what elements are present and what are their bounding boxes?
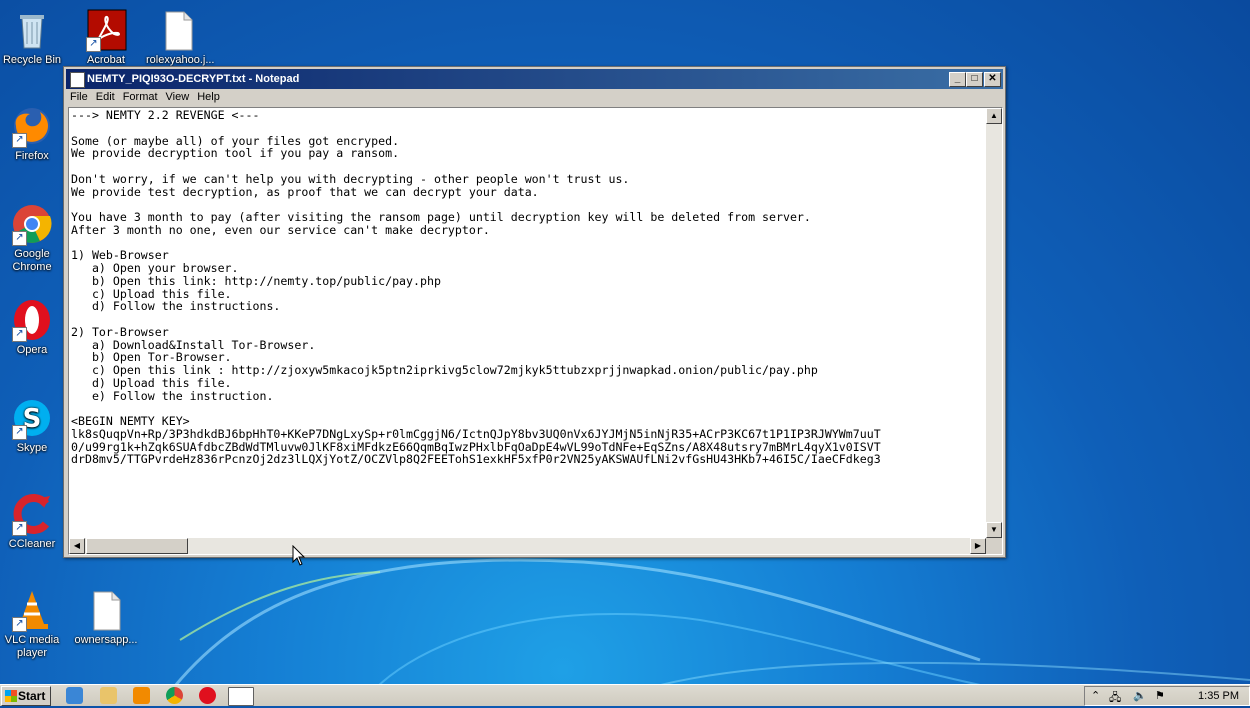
opera-icon: ↗ — [10, 298, 54, 342]
internet-explorer-icon[interactable] — [66, 687, 83, 704]
resize-grip[interactable] — [986, 538, 1002, 554]
recycle-bin-icon — [10, 8, 54, 52]
media-player-icon[interactable] — [133, 687, 150, 704]
desktop-icon-ownersapp[interactable]: ownersapp... — [74, 588, 138, 647]
desktop-icon-firefox[interactable]: ↗ Firefox — [0, 104, 64, 163]
desktop-icon-rolexyahoo[interactable]: rolexyahoo.j... — [146, 8, 214, 67]
ransom-note-text[interactable]: ---> NEMTY 2.2 REVENGE <--- Some (or may… — [71, 109, 981, 534]
mouse-cursor-icon — [292, 545, 306, 566]
scroll-left-button[interactable]: ◀ — [69, 538, 85, 554]
vertical-scrollbar[interactable]: ▲ ▼ — [986, 108, 1002, 538]
desktop-icon-skype[interactable]: S ↗ Skype — [0, 396, 64, 455]
desktop-icon-chrome[interactable]: ↗ Google Chrome — [0, 202, 64, 274]
shortcut-arrow-icon: ↗ — [12, 231, 27, 246]
chrome-icon: ↗ — [10, 202, 54, 246]
desktop-icon-vlc[interactable]: ↗ VLC media player — [0, 588, 64, 660]
file-explorer-icon[interactable] — [100, 687, 117, 704]
horizontal-scroll-thumb[interactable] — [86, 538, 188, 554]
scroll-up-button[interactable]: ▲ — [986, 108, 1002, 124]
menu-edit[interactable]: Edit — [92, 89, 119, 103]
desktop-icon-ccleaner[interactable]: ↗ CCleaner — [0, 492, 64, 551]
minimize-button[interactable]: _ — [949, 72, 966, 87]
show-hidden-icons-icon[interactable]: ⌃ — [1091, 689, 1100, 702]
taskbar: Start ⌃ 🖧 🔈 ⚑ 1:35 PM — [0, 684, 1250, 706]
skype-icon: S ↗ — [10, 396, 54, 440]
shortcut-arrow-icon: ↗ — [12, 327, 27, 342]
desktop-icon-label: Opera — [16, 344, 48, 356]
desktop-icon-recycle-bin[interactable]: Recycle Bin — [0, 8, 64, 67]
action-center-flag-icon[interactable]: ⚑ — [1155, 689, 1165, 702]
menu-view[interactable]: View — [162, 89, 194, 103]
start-button[interactable]: Start — [1, 686, 51, 706]
shortcut-arrow-icon: ↗ — [12, 521, 27, 536]
desktop-icon-acrobat[interactable]: ↗ Acrobat — [74, 8, 138, 67]
scroll-right-button[interactable]: ▶ — [970, 538, 986, 554]
windows-logo-icon — [5, 690, 17, 702]
shortcut-arrow-icon: ↗ — [12, 425, 27, 440]
scroll-down-button[interactable]: ▼ — [986, 522, 1002, 538]
notepad-taskbar-button[interactable] — [228, 687, 254, 706]
notepad-window: NEMTY_PIQI93O-DECRYPT.txt - Notepad _ □ … — [63, 66, 1006, 558]
chrome-taskbar-icon[interactable] — [166, 687, 183, 704]
firefox-icon: ↗ — [10, 104, 54, 148]
system-tray: ⌃ 🖧 🔈 ⚑ 1:35 PM — [1084, 686, 1250, 706]
desktop-icon-label: CCleaner — [8, 538, 56, 550]
network-icon[interactable]: 🖧 — [1109, 689, 1121, 708]
volume-icon[interactable]: 🔈 — [1133, 689, 1147, 702]
menu-help[interactable]: Help — [193, 89, 224, 103]
desktop-icon-label: ownersapp... — [74, 634, 138, 646]
ccleaner-icon: ↗ — [10, 492, 54, 536]
close-button[interactable]: ✕ — [984, 72, 1001, 87]
shortcut-arrow-icon: ↗ — [86, 37, 101, 52]
clock[interactable]: 1:35 PM — [1198, 690, 1239, 702]
vlc-cone-icon: ↗ — [10, 588, 54, 632]
opera-taskbar-icon[interactable] — [199, 687, 216, 704]
shortcut-arrow-icon: ↗ — [12, 133, 27, 148]
acrobat-icon: ↗ — [84, 8, 128, 52]
menu-bar: File Edit Format View Help — [66, 89, 1003, 107]
start-label: Start — [18, 689, 46, 703]
desktop-icon-label: Google Chrome — [12, 248, 52, 273]
desktop-icon-label: VLC media player — [4, 634, 60, 659]
menu-format[interactable]: Format — [119, 89, 162, 103]
shortcut-arrow-icon: ↗ — [12, 617, 27, 632]
window-title: NEMTY_PIQI93O-DECRYPT.txt - Notepad — [87, 73, 300, 85]
desktop-icon-opera[interactable]: ↗ Opera — [0, 298, 64, 357]
maximize-button[interactable]: □ — [966, 72, 983, 87]
text-file-icon — [156, 8, 200, 52]
desktop-icon-label: Skype — [16, 442, 48, 454]
desktop-icon-label: Firefox — [15, 150, 49, 162]
desktop-icon-label: Recycle Bin — [2, 54, 62, 66]
window-titlebar[interactable]: NEMTY_PIQI93O-DECRYPT.txt - Notepad _ □ … — [66, 69, 1003, 89]
text-file-icon — [84, 588, 128, 632]
menu-file[interactable]: File — [66, 89, 92, 103]
notepad-icon — [70, 72, 85, 88]
horizontal-scrollbar[interactable]: ◀ ▶ — [69, 538, 986, 554]
text-editor[interactable]: ---> NEMTY 2.2 REVENGE <--- Some (or may… — [68, 107, 1003, 555]
